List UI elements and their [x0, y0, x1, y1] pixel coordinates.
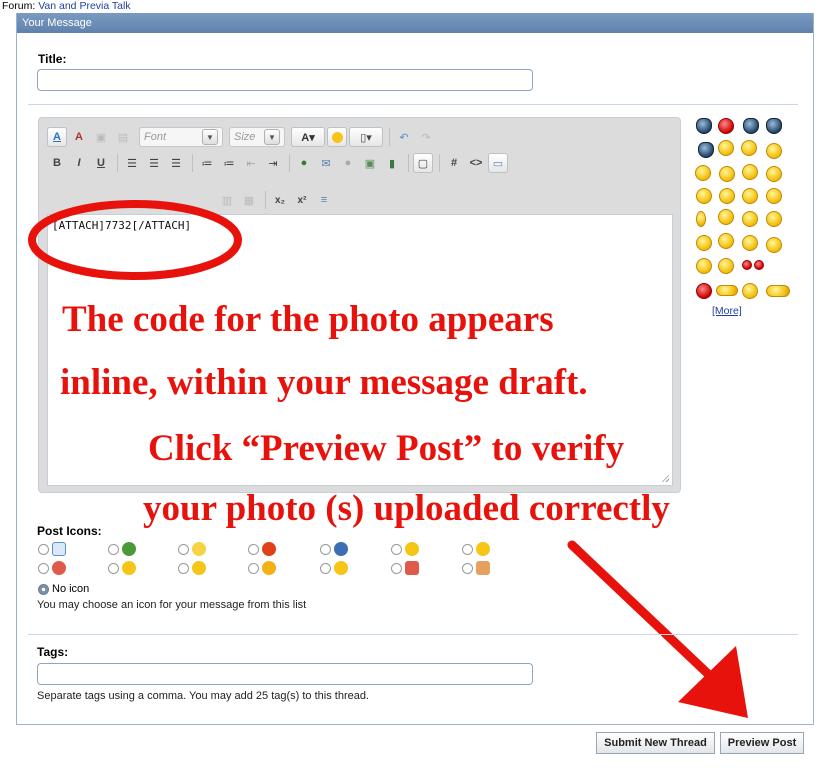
lightbulb-icon	[192, 542, 206, 556]
highlight-circle	[28, 200, 242, 280]
arrow-shaft	[567, 540, 730, 695]
post-icon-option[interactable]	[38, 542, 66, 556]
tags-label: Tags:	[37, 645, 69, 659]
post-icons-label: Post Icons:	[37, 524, 102, 538]
frown-icon	[122, 561, 136, 575]
annotation-line-1: The code for the photo appears	[62, 299, 554, 340]
arrow-icon	[122, 542, 136, 556]
thumbs-down-icon	[405, 561, 419, 575]
post-icon-option[interactable]	[391, 542, 419, 556]
post-icon-option[interactable]	[462, 542, 490, 556]
post-icon-option[interactable]	[248, 561, 276, 575]
no-icon-radio	[38, 583, 49, 595]
angry-icon	[52, 561, 66, 575]
post-icon-option[interactable]	[320, 561, 348, 575]
smile-icon	[476, 542, 490, 556]
cool-icon	[405, 542, 419, 556]
wink-icon	[334, 561, 348, 575]
post-icon-option[interactable]	[178, 561, 206, 575]
preview-post-button[interactable]: Preview Post	[720, 732, 804, 754]
annotation-line-3: Click “Preview Post” to verify	[148, 428, 625, 469]
question-icon	[334, 542, 348, 556]
post-icon-option[interactable]	[108, 561, 136, 575]
post-icons-help: You may choose an icon for your message …	[37, 599, 307, 611]
post-icon-option[interactable]	[462, 561, 490, 575]
thumbs-up-icon	[476, 561, 490, 575]
divider	[28, 634, 798, 635]
submit-new-thread-button[interactable]: Submit New Thread	[596, 732, 715, 754]
exclamation-icon	[262, 542, 276, 556]
post-icon-option[interactable]	[108, 542, 136, 556]
post-icon-option[interactable]	[248, 542, 276, 556]
annotation-line-4: your photo (s) uploaded correctly	[143, 488, 670, 529]
post-icon-option[interactable]	[178, 542, 206, 556]
document-icon	[52, 542, 66, 556]
no-icon-option[interactable]: No icon	[38, 583, 89, 595]
tags-help: Separate tags using a comma. You may add…	[37, 690, 370, 702]
tags-input[interactable]	[37, 663, 533, 685]
biggrin-icon	[262, 561, 276, 575]
post-icon-option[interactable]	[38, 561, 66, 575]
annotation-line-2: inline, within your message draft.	[60, 362, 588, 403]
redface-icon	[192, 561, 206, 575]
post-icon-option[interactable]	[391, 561, 419, 575]
post-icon-option[interactable]	[320, 542, 348, 556]
